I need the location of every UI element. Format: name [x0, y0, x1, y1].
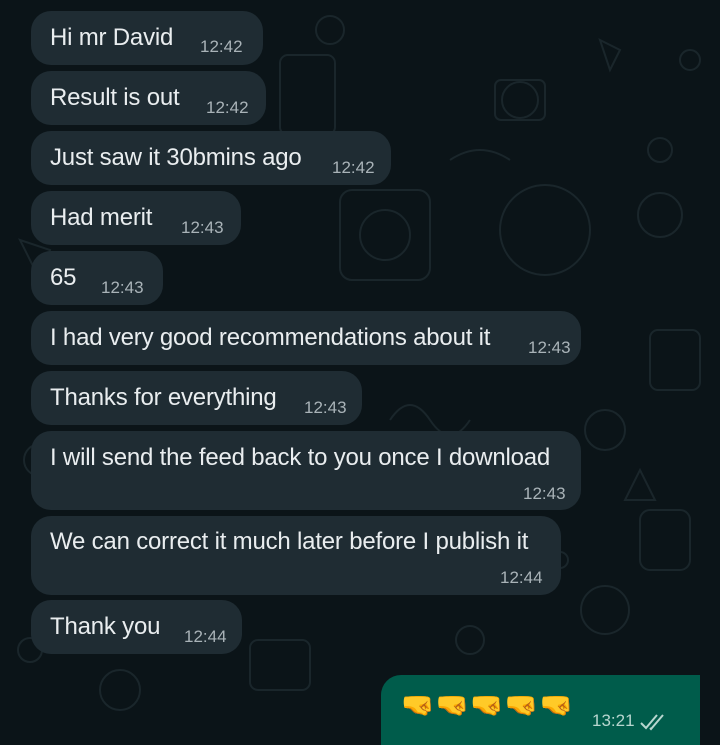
- incoming-message[interactable]: I had very good recommendations about it…: [31, 311, 581, 365]
- message-timestamp: 12:42: [200, 37, 243, 56]
- message-timestamp: 12:42: [332, 158, 375, 177]
- message-timestamp: 12:43: [101, 278, 144, 297]
- incoming-message[interactable]: I will send the feed back to you once I …: [31, 431, 581, 510]
- message-timestamp: 12:42: [206, 98, 249, 117]
- message-text: We can correct it much later before I pu…: [50, 528, 529, 555]
- outgoing-message[interactable]: 🤜🤜🤜🤜🤜 13:21: [381, 675, 700, 745]
- message-text: Had merit: [50, 204, 153, 231]
- message-timestamp: 12:43: [304, 398, 347, 417]
- incoming-message[interactable]: We can correct it much later before I pu…: [31, 516, 561, 595]
- message-text: I had very good recommendations about it: [50, 324, 491, 351]
- message-text: Hi mr David: [50, 24, 174, 51]
- message-timestamp: 13:21: [592, 711, 635, 730]
- message-text: 65: [50, 264, 77, 291]
- message-text: I will send the feed back to you once I …: [50, 444, 551, 471]
- incoming-message[interactable]: Result is out 12:42: [31, 71, 266, 125]
- incoming-message[interactable]: Hi mr David 12:42: [31, 11, 263, 65]
- message-text: Just saw it 30bmins ago: [50, 144, 302, 171]
- message-timestamp: 12:43: [528, 338, 571, 357]
- incoming-message[interactable]: 65 12:43: [31, 251, 163, 305]
- message-timestamp: 12:44: [500, 568, 543, 587]
- fist-bump-emoji-row: 🤜🤜🤜🤜🤜: [401, 690, 575, 720]
- incoming-message[interactable]: Thank you 12:44: [31, 600, 242, 654]
- incoming-message[interactable]: Just saw it 30bmins ago 12:42: [31, 131, 391, 185]
- message-timestamp: 12:44: [184, 627, 227, 646]
- message-text: Thanks for everything: [50, 384, 277, 411]
- incoming-message[interactable]: Thanks for everything 12:43: [31, 371, 362, 425]
- message-timestamp: 12:43: [523, 484, 566, 503]
- double-check-icon: [640, 714, 664, 731]
- message-timestamp: 12:43: [181, 218, 224, 237]
- message-text: Thank you: [50, 613, 161, 640]
- message-text: Result is out: [50, 84, 180, 111]
- incoming-message[interactable]: Had merit 12:43: [31, 191, 241, 245]
